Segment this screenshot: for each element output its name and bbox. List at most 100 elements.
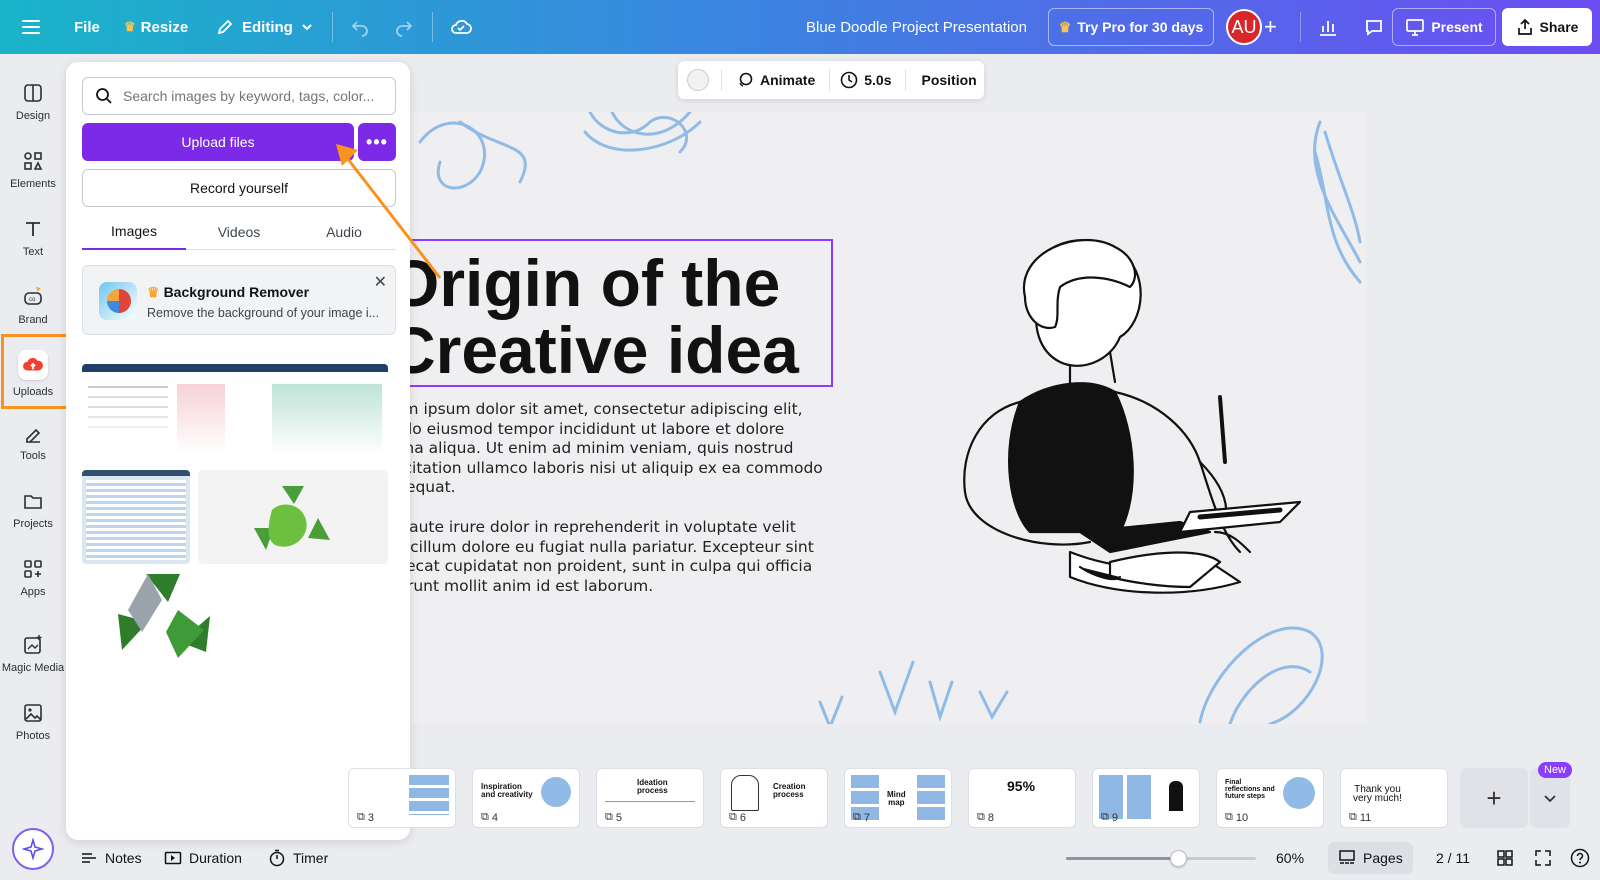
editing-dropdown[interactable]: Editing	[216, 0, 313, 54]
duration-button[interactable]: 5.0s	[840, 71, 891, 89]
page-number-label: 6	[739, 811, 746, 824]
fullscreen-icon[interactable]	[1534, 836, 1552, 880]
redo-icon[interactable]	[394, 0, 414, 54]
file-menu[interactable]: File	[74, 0, 100, 54]
context-toolbar: Animate 5.0s Position	[678, 61, 984, 99]
share-label: Share	[1539, 19, 1579, 35]
rail-label: Elements	[10, 178, 56, 190]
rail-label: Apps	[20, 586, 46, 598]
page-thumbnail-7[interactable]: Mind map ⧉ 7	[844, 768, 952, 828]
zoom-slider[interactable]	[1066, 850, 1256, 867]
chevron-down-icon	[1544, 795, 1556, 803]
present-icon: ⧉	[853, 811, 861, 823]
tab-videos[interactable]: Videos	[187, 214, 291, 250]
position-button[interactable]: Position	[921, 72, 976, 88]
rail-item-elements[interactable]: Elements	[0, 138, 66, 202]
crown-icon: ♛	[1058, 18, 1072, 35]
page-thumbnail-6[interactable]: Creation process ⧉ 6	[720, 768, 828, 828]
svg-text:co: co	[29, 297, 36, 303]
uploaded-image-recycle-building[interactable]	[116, 568, 216, 664]
brand-icon: co	[24, 286, 42, 305]
duration-icon	[164, 851, 182, 865]
add-page-button[interactable]: +	[1460, 768, 1528, 828]
page-number-label: 10	[1235, 811, 1249, 824]
undo-icon[interactable]	[350, 0, 370, 54]
cloud-saved-icon[interactable]	[450, 0, 472, 54]
slide-canvas[interactable]: Origin of the Creative idea Lorem ipsum …	[410, 112, 1366, 724]
rail-label: Design	[15, 110, 51, 122]
present-button[interactable]: Present	[1392, 8, 1496, 46]
color-swatch[interactable]	[687, 69, 709, 91]
present-icon: ⧉	[605, 811, 613, 823]
rail-item-text[interactable]: Text	[0, 206, 66, 270]
share-button[interactable]: Share	[1502, 8, 1592, 46]
page-thumbnail-11[interactable]: Thank you very much! ⧉ 11	[1340, 768, 1448, 828]
page-blue-blocks	[917, 775, 945, 821]
try-pro-button[interactable]: ♛ Try Pro for 30 days	[1048, 8, 1214, 46]
page-thumbnail-8[interactable]: 95% ⧉ 8	[968, 768, 1076, 828]
search-input[interactable]	[123, 88, 383, 104]
page-number: ⧉ 9	[1101, 811, 1118, 824]
uploaded-image-table[interactable]	[82, 364, 388, 462]
zoom-level[interactable]: 60%	[1276, 836, 1304, 880]
duration-button[interactable]: Duration	[164, 836, 242, 880]
background-remover-title-row: ♛ Background Remover	[147, 284, 309, 301]
page-counter: 2 / 11	[1436, 850, 1470, 866]
zoom-slider-thumb[interactable]	[1170, 850, 1187, 867]
sheet-header	[82, 470, 190, 476]
menu-icon[interactable]	[20, 0, 42, 54]
divider	[721, 69, 722, 91]
avatar[interactable]: AU	[1226, 9, 1262, 45]
pages-button[interactable]: Pages	[1328, 842, 1413, 874]
uploads-highlight	[1, 334, 69, 409]
help-icon[interactable]	[1570, 836, 1590, 880]
rail-item-magic-media[interactable]: Magic Media	[0, 622, 66, 686]
present-icon	[1406, 19, 1425, 36]
upload-files-button[interactable]: Upload files	[82, 123, 354, 161]
comment-icon[interactable]	[1354, 0, 1394, 54]
resize-button[interactable]: ♛ Resize	[124, 0, 188, 54]
rail-item-apps[interactable]: Apps	[0, 546, 66, 610]
rail-item-photos[interactable]: Photos	[0, 690, 66, 754]
photos-icon	[24, 704, 42, 722]
page-title: Mind map	[887, 790, 906, 807]
search-box[interactable]	[82, 77, 396, 115]
page-number-label: 5	[615, 811, 622, 824]
slide-paragraph-2[interactable]: Duis aute irure dolor in reprehenderit i…	[410, 518, 814, 596]
table-header-bar	[82, 364, 388, 372]
folder-icon	[24, 495, 42, 509]
grid-view-icon[interactable]	[1496, 836, 1514, 880]
chevron-down-icon	[302, 24, 312, 31]
animate-button[interactable]: Animate	[736, 71, 815, 89]
recycle-leaf-icon	[254, 486, 330, 550]
rail-item-tools[interactable]: Tools	[0, 410, 66, 474]
add-collaborator-icon[interactable]: +	[1264, 0, 1277, 54]
recycle-photo-icon	[118, 574, 210, 658]
uploaded-image-spreadsheet[interactable]	[82, 470, 190, 564]
person-illustration[interactable]	[920, 232, 1320, 612]
rail-item-projects[interactable]: Projects	[0, 478, 66, 542]
document-title[interactable]: Blue Doodle Project Presentation	[806, 0, 1027, 54]
uploaded-image-recycle-leaf[interactable]	[198, 470, 388, 564]
pages-icon	[1339, 850, 1355, 864]
page-thumbnail-4[interactable]: Inspiration and creativity ⧉ 4	[472, 768, 580, 828]
insights-icon[interactable]	[1308, 0, 1348, 54]
magic-assistant-button[interactable]	[12, 828, 54, 870]
notes-button[interactable]: Notes	[80, 836, 142, 880]
page-thumbnail-9[interactable]: ⧉ 9	[1092, 768, 1200, 828]
rail-label: Brand	[18, 314, 48, 326]
try-pro-label: Try Pro for 30 days	[1077, 19, 1204, 35]
page-thumbnail-5[interactable]: Ideation process ⧉ 5	[596, 768, 704, 828]
page-thumbnail-3[interactable]: ⧉ 3	[348, 768, 456, 828]
table-green-cells	[272, 384, 382, 454]
page-title: 95%	[1007, 778, 1036, 794]
page-illustration	[1283, 777, 1315, 809]
slide-paragraph-1[interactable]: Lorem ipsum dolor sit amet, consectetur …	[410, 400, 823, 498]
rail-item-design[interactable]: Design	[0, 70, 66, 134]
page-thumbnail-10[interactable]: Final reflections and future steps ⧉ 10	[1216, 768, 1324, 828]
page-number: ⧉ 7	[853, 811, 870, 824]
timer-button[interactable]: Timer	[268, 836, 328, 880]
rail-item-brand[interactable]: co Brand	[0, 274, 66, 338]
text-selection-box[interactable]	[396, 239, 833, 387]
tab-images[interactable]: Images	[82, 214, 186, 250]
